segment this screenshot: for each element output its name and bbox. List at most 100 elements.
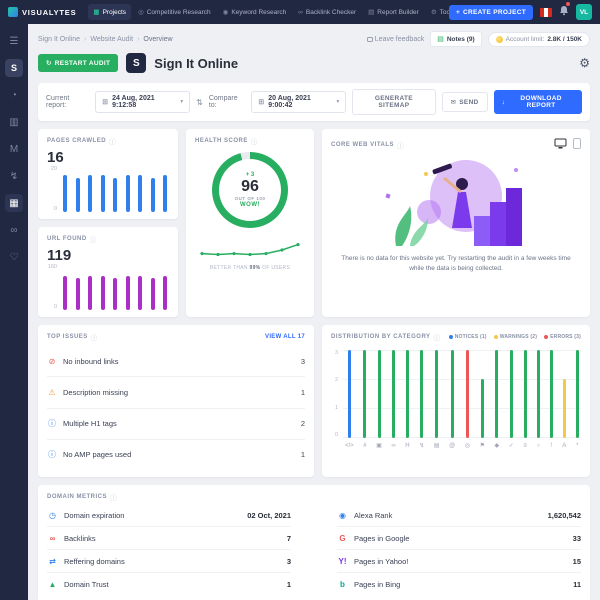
metric-value: 3 (287, 557, 291, 566)
calendar-icon: ⊞ (102, 98, 108, 106)
dist-bar (406, 350, 409, 438)
category-icon: # (363, 442, 366, 450)
metric-icon: ▲ (47, 580, 58, 589)
nav-item-keyword-research[interactable]: ◉Keyword Research (218, 4, 292, 20)
notes-label: Notes (9) (447, 36, 475, 43)
monitoring-icon[interactable]: M (5, 140, 23, 158)
dist-bar-wrap (481, 350, 484, 438)
metric-row: ⇄Reffering domains3 (47, 550, 291, 573)
core-web-vitals-message: There is no data for this website yet. T… (339, 254, 574, 274)
dist-bar-wrap (510, 350, 513, 438)
view-all-link[interactable]: VIEW ALL 17 (265, 334, 305, 340)
issue-row[interactable]: ⓘNo AMP pages used1 (47, 440, 305, 470)
metric-row: ◉Alexa Rank1,620,542 (337, 504, 581, 527)
url-found-card: URL FOUND ⓘ 119 160 0 (38, 227, 178, 317)
dist-column: ▣ (376, 350, 382, 450)
distribution-chart: 3210 </>#▣∞H↯▤@◎⚑◆✓≡○!A* (331, 350, 581, 450)
mobile-icon[interactable] (573, 136, 581, 154)
dist-bar (451, 350, 454, 438)
metric-label: Pages in Google (354, 534, 409, 543)
category-icon: A (562, 442, 566, 450)
mini-bar (163, 276, 167, 310)
legend-dot (449, 335, 453, 339)
dist-tick: 1 (331, 405, 338, 411)
gauge-icon[interactable]: ◔ (5, 86, 23, 104)
notes-button[interactable]: ▤ Notes (9) (430, 31, 481, 47)
metric-label: Pages in Bing (354, 580, 400, 589)
metric-icon: Y! (337, 557, 348, 566)
sidebar: ☰ S ◔ ▥ M ↯ ▦ ∞ ♡ (0, 24, 28, 600)
core-web-vitals-illustration (366, 154, 546, 254)
thumbs-icon[interactable]: ♡ (5, 248, 23, 266)
nav-item-backlink-checker[interactable]: ∞Backlink Checker (293, 5, 361, 20)
avatar[interactable]: VL (576, 4, 592, 20)
nav-item-label: Projects (103, 9, 126, 16)
url-found-bars (61, 264, 169, 310)
brand-logo-icon (8, 7, 18, 17)
top-issues-title: TOP ISSUES ⓘ (47, 332, 98, 342)
flag-icon[interactable] (540, 8, 552, 17)
generate-sitemap-button[interactable]: GENERATE SITEMAP (352, 89, 435, 115)
legend-label: ERRORS (3) (550, 334, 581, 340)
current-report-datepicker[interactable]: ⊞ 24 Aug, 2021 9:12:58 ▾ (95, 91, 190, 113)
metric-value: 11 (573, 580, 581, 589)
download-report-button[interactable]: ↓ DOWNLOAD REPORT (494, 90, 582, 114)
menu-icon[interactable]: ☰ (5, 32, 23, 50)
current-report-date: 24 Aug, 2021 9:12:58 (112, 95, 176, 109)
dist-bar (466, 350, 469, 438)
leave-feedback-link[interactable]: Leave feedback (367, 36, 424, 43)
mini-bar (138, 276, 142, 310)
domain-metrics-title-text: DOMAIN METRICS (47, 494, 107, 500)
metric-row: GPages in Google33 (337, 527, 581, 550)
chevron-down-icon: ▾ (180, 99, 183, 105)
send-button[interactable]: ✉ SEND (442, 92, 488, 112)
legend-label: NOTICES (1) (455, 334, 487, 340)
bell-icon[interactable] (559, 3, 569, 21)
info-icon: ⓘ (397, 140, 404, 150)
distribution-title: DISTRIBUTION BY CATEGORY ⓘ (331, 332, 441, 342)
mini-bar (126, 175, 130, 212)
chart-icon[interactable]: ▥ (5, 113, 23, 131)
nav-item-report-builder[interactable]: ▤Report Builder (363, 4, 424, 20)
issue-row[interactable]: ⓘMultiple H1 tags2 (47, 409, 305, 440)
settings-gear-icon[interactable]: ⚙ (579, 56, 590, 70)
dist-column: ◆ (495, 350, 500, 450)
dist-column: ○ (536, 350, 540, 450)
bolt-icon[interactable]: ↯ (5, 167, 23, 185)
dist-bar-wrap (348, 350, 351, 438)
legend-dot (494, 335, 498, 339)
coin-icon (496, 36, 503, 43)
category-icon: </> (345, 442, 354, 450)
nav-item-projects[interactable]: ▦Projects (88, 4, 131, 20)
issue-row[interactable]: ⚠Description missing1 (47, 377, 305, 408)
dist-bar (550, 350, 553, 438)
leave-feedback-label: Leave feedback (375, 36, 424, 43)
metric-value: 1 (287, 580, 291, 589)
desktop-icon[interactable] (554, 136, 567, 154)
nav-item-label: Report Builder (377, 9, 419, 16)
issue-label: No inbound links (63, 357, 118, 366)
issue-row[interactable]: ⊘No inbound links3 (47, 346, 305, 377)
dist-bar (524, 350, 527, 438)
restart-audit-button[interactable]: ↻ RESTART AUDIT (38, 54, 118, 72)
create-project-button[interactable]: + CREATE PROJECT (449, 5, 533, 20)
dist-y-axis: 3210 (331, 350, 343, 438)
chevron-down-icon: ▾ (337, 99, 340, 105)
competitive-research-icon: ◎ (138, 8, 144, 16)
nav-item-competitive-research[interactable]: ◎Competitive Research (133, 4, 216, 20)
link-icon[interactable]: ∞ (5, 221, 23, 239)
project-logo-tile[interactable]: S (5, 59, 23, 77)
breadcrumb-separator: › (84, 36, 86, 43)
dist-bar-wrap (451, 350, 454, 438)
compare-datepicker[interactable]: ⊞ 20 Aug, 2021 9:00:42 ▾ (251, 91, 346, 113)
pages-crawled-bars (61, 166, 169, 212)
breadcrumb: Sign It Online › Website Audit › Overvie… (38, 31, 590, 47)
metric-value: 7 (287, 534, 291, 543)
main-content: Sign It Online › Website Audit › Overvie… (28, 24, 600, 600)
audit-grid-icon[interactable]: ▦ (5, 194, 23, 212)
breadcrumb-section[interactable]: Website Audit (90, 36, 133, 43)
download-icon: ↓ (502, 99, 506, 106)
breadcrumb-project[interactable]: Sign It Online (38, 36, 80, 43)
pages-crawled-card: PAGES CRAWLED ⓘ 16 20 0 (38, 129, 178, 219)
info-icon: ⓘ (251, 136, 258, 146)
